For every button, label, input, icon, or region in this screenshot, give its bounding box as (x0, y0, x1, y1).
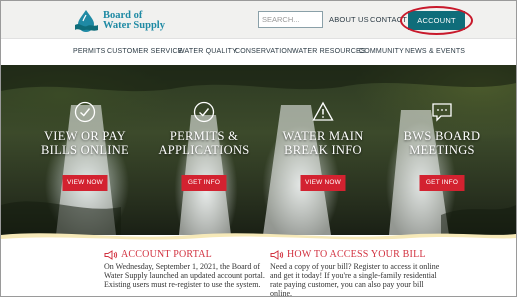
news-section: ACCOUNT PORTAL On Wednesday, September 1… (1, 243, 516, 297)
highlight-ring (400, 6, 473, 35)
panel-title-line: BWS BOARD (403, 129, 481, 143)
page: Board of Water Supply SEARCH... ABOUT US… (0, 0, 517, 297)
main-nav: PERMITS CUSTOMER SERVICE WATER QUALITY C… (1, 39, 516, 65)
panel-pay-bills: VIEW OR PAY BILLS ONLINE VIEW NOW (27, 93, 143, 227)
panel-title-line: BILLS ONLINE (41, 143, 129, 157)
panel-permits-title: PERMITS & APPLICATIONS (146, 129, 262, 157)
water-drop-logo-icon (75, 10, 98, 32)
news-body: On Wednesday, September 1, 2021, the Boa… (104, 262, 265, 289)
nav-conservation[interactable]: CONSERVATION (235, 48, 292, 55)
news-body: Need a copy of your bill? Register to ac… (270, 262, 440, 297)
news-account-portal: ACCOUNT PORTAL On Wednesday, September 1… (104, 249, 274, 289)
panel-title-line: APPLICATIONS (158, 143, 250, 157)
news-title[interactable]: HOW TO ACCESS YOUR BILL (287, 249, 426, 260)
warning-triangle-icon (312, 101, 334, 121)
get-info-button[interactable]: GET INFO (419, 175, 465, 191)
wave-divider (1, 233, 516, 243)
search-input[interactable]: SEARCH... (258, 11, 323, 28)
panel-water-main-title: WATER MAIN BREAK INFO (265, 129, 381, 157)
panel-title-line: WATER MAIN (282, 129, 364, 143)
panel-water-main-break: WATER MAIN BREAK INFO VIEW NOW (265, 93, 381, 227)
panel-pay-bills-title: VIEW OR PAY BILLS ONLINE (27, 129, 143, 157)
nav-customer-service[interactable]: CUSTOMER SERVICE (107, 48, 183, 55)
panel-permits-applications: PERMITS & APPLICATIONS GET INFO (146, 93, 262, 227)
megaphone-icon (270, 249, 284, 260)
panel-title-line: PERMITS & (169, 129, 239, 143)
nav-news-events[interactable]: NEWS & EVENTS (405, 48, 465, 55)
nav-community[interactable]: COMMUNITY (359, 48, 404, 55)
news-title[interactable]: ACCOUNT PORTAL (121, 249, 212, 260)
megaphone-icon (104, 249, 118, 260)
panel-title-line: VIEW OR PAY (43, 129, 127, 143)
check-circle-icon (74, 101, 96, 123)
about-us-link[interactable]: ABOUT US (329, 15, 369, 24)
panel-title-line: MEETINGS (409, 143, 475, 157)
view-now-button[interactable]: VIEW NOW (62, 175, 108, 191)
get-info-button[interactable]: GET INFO (181, 175, 227, 191)
panel-board-meetings: BWS BOARD MEETINGS GET INFO (384, 93, 500, 227)
check-circle-icon (193, 101, 215, 123)
panel-board-meetings-title: BWS BOARD MEETINGS (384, 129, 500, 157)
site-logo[interactable]: Board of Water Supply (73, 9, 165, 33)
view-now-button[interactable]: VIEW NOW (300, 175, 346, 191)
news-access-bill: HOW TO ACCESS YOUR BILL Need a copy of y… (270, 249, 440, 297)
nav-water-resources[interactable]: WATER RESOURCES (292, 48, 366, 55)
hero-banner: VIEW OR PAY BILLS ONLINE VIEW NOW PERMIT… (1, 65, 516, 235)
logo-line-2: Water Supply (103, 20, 165, 31)
panel-title-line: BREAK INFO (284, 143, 362, 157)
nav-permits[interactable]: PERMITS (73, 48, 106, 55)
chat-bubble-icon (432, 103, 452, 122)
nav-water-quality[interactable]: WATER QUALITY (178, 48, 237, 55)
top-bar: Board of Water Supply SEARCH... ABOUT US… (1, 1, 516, 39)
